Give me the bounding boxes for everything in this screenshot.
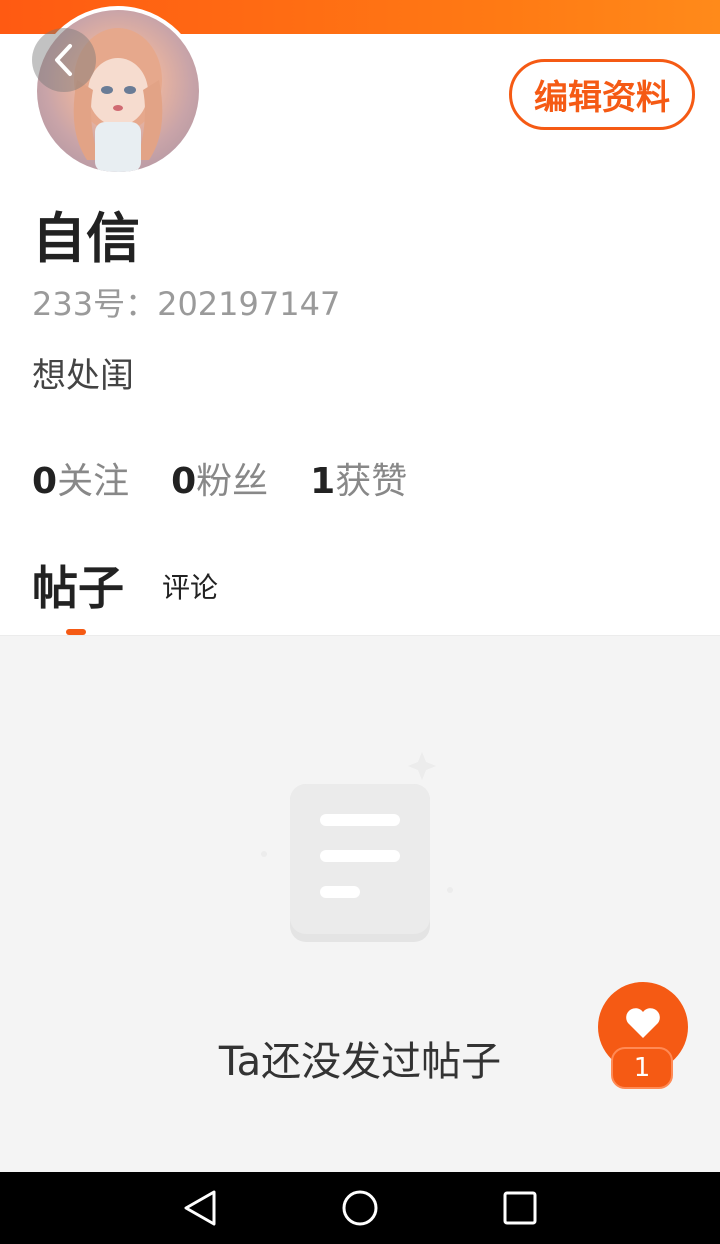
heart-icon (626, 1008, 660, 1038)
stat-label: 粉丝 (196, 461, 269, 502)
stat-followers[interactable]: 0粉丝 (171, 458, 268, 506)
user-bio: 想处闺 (32, 356, 134, 396)
back-button[interactable] (32, 28, 96, 92)
stat-count: 0 (171, 461, 197, 502)
circle-home-icon (342, 1190, 378, 1226)
chevron-left-icon (55, 44, 72, 76)
tab-comments[interactable]: 评论 (162, 570, 218, 606)
stat-label: 获赞 (335, 461, 408, 502)
triangle-back-icon (184, 1190, 216, 1226)
profile-page: 编辑资料 自信 233号：202197147 想处闺 0关注 0粉丝 1获赞 帖… (0, 0, 720, 1244)
nav-recent-button[interactable] (500, 1188, 540, 1228)
square-recent-icon (503, 1191, 537, 1225)
nav-home-button[interactable] (340, 1188, 380, 1228)
stat-count: 1 (310, 461, 336, 502)
stat-label: 关注 (57, 461, 130, 502)
stats-row: 0关注 0粉丝 1获赞 (32, 458, 449, 506)
nav-back-button[interactable] (180, 1188, 220, 1228)
stat-following[interactable]: 0关注 (32, 458, 129, 506)
document-icon (250, 740, 470, 964)
edit-profile-button[interactable]: 编辑资料 (509, 59, 695, 130)
tab-posts[interactable]: 帖子 (32, 558, 124, 618)
system-nav-bar (0, 1172, 720, 1244)
user-id: 233号：202197147 (32, 285, 341, 323)
stat-likes[interactable]: 1获赞 (310, 458, 407, 506)
username: 自信 (32, 207, 140, 270)
stat-count: 0 (32, 461, 58, 502)
like-count-badge: 1 (611, 1047, 673, 1089)
